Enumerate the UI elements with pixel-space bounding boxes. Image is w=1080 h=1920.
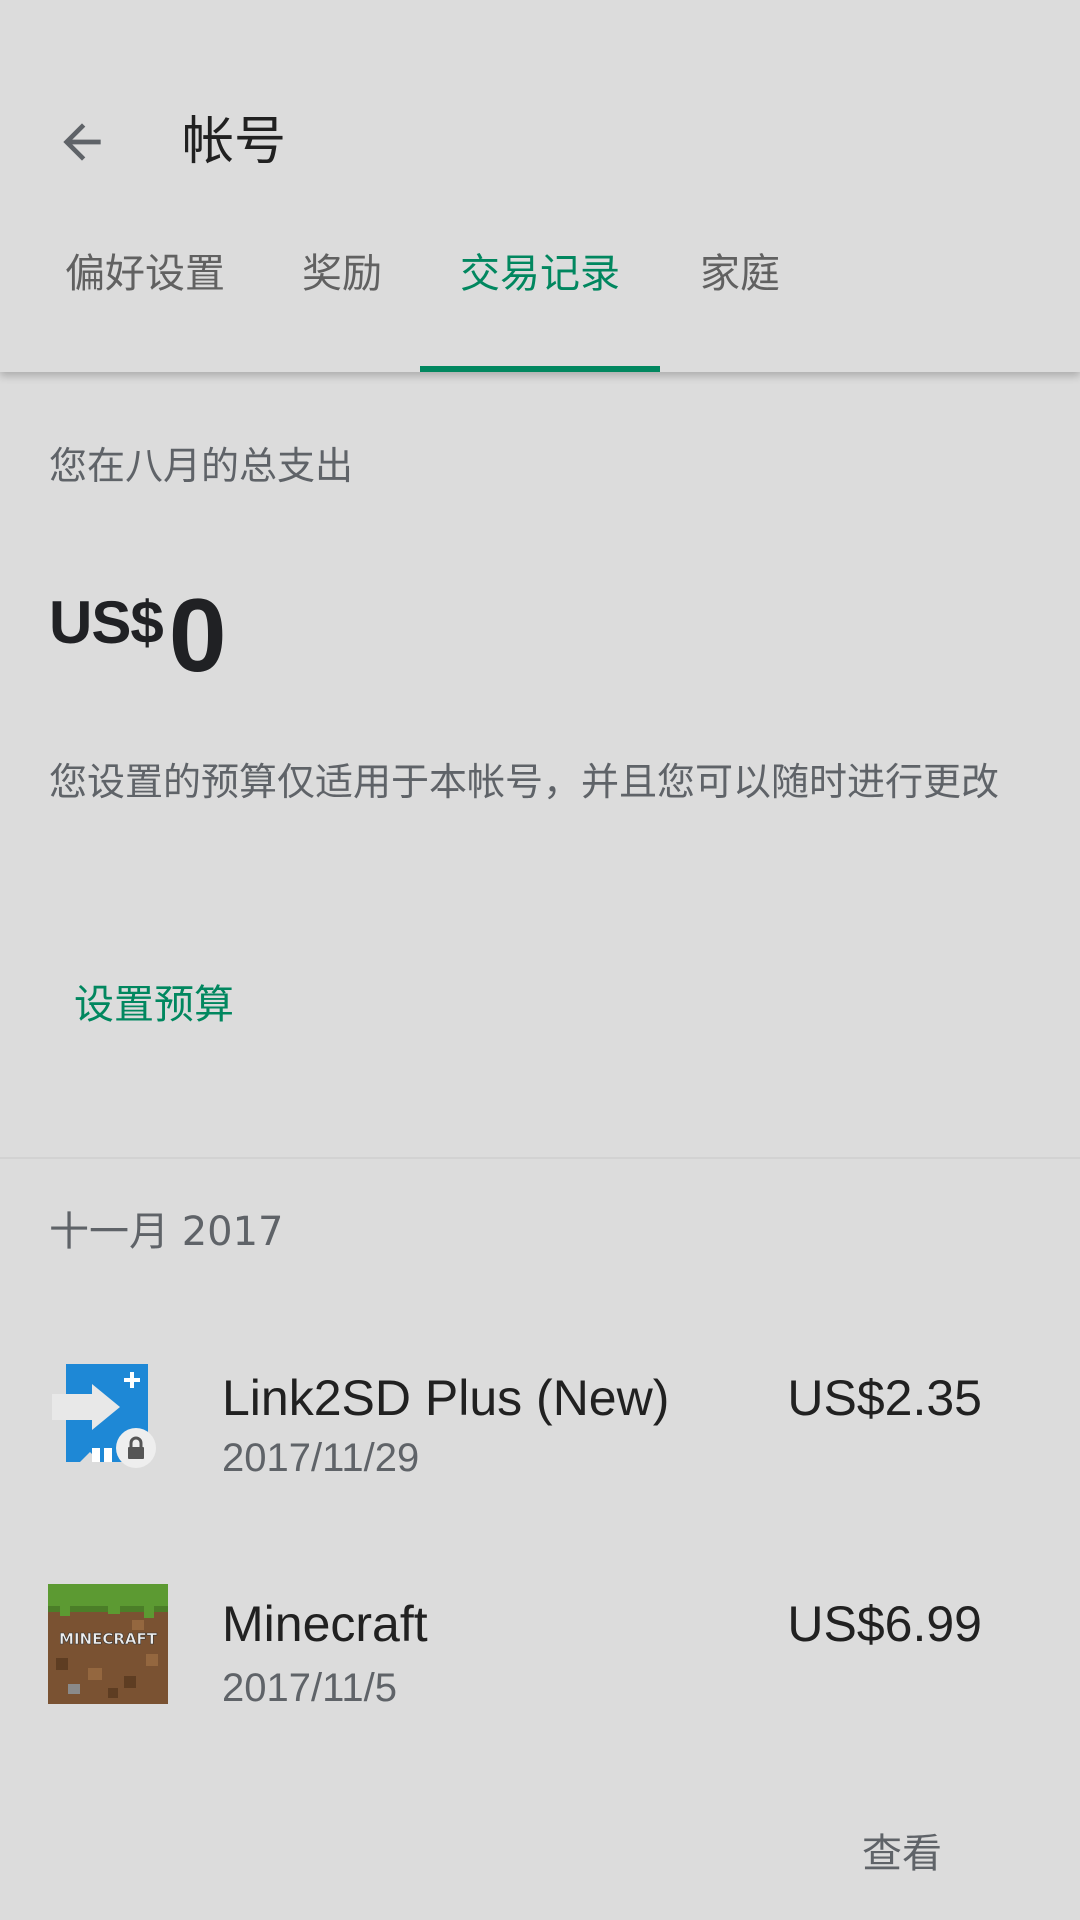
page-title: 帐号 <box>182 112 287 172</box>
account-screen: 帐号 偏好设置 奖励 交易记录 家庭 您在八月的总支出 US$ 0 您设置的预算… <box>0 0 1080 1920</box>
active-tab-indicator <box>420 366 660 372</box>
amount-value: 0 <box>168 578 227 694</box>
transaction-name: Minecraft <box>222 1596 428 1652</box>
transaction-price: US$2.35 <box>787 1370 982 1426</box>
transaction-name: Link2SD Plus (New) <box>222 1370 670 1426</box>
tab-rewards[interactable]: 奖励 <box>298 226 386 348</box>
view-all-button[interactable]: 查看 <box>838 1816 966 1892</box>
transaction-date: 2017/11/5 <box>222 1666 397 1710</box>
transaction-row[interactable]: Link2SD Plus (New) 2017/11/29 US$2.35 <box>0 1340 1080 1530</box>
tab-order-history[interactable]: 交易记录 <box>420 226 660 348</box>
transaction-date: 2017/11/29 <box>222 1436 420 1480</box>
set-budget-button[interactable]: 设置预算 <box>52 960 256 1050</box>
link2sd-app-icon <box>48 1358 168 1478</box>
monthly-spend-label: 您在八月的总支出 <box>49 444 354 488</box>
minecraft-logo-text: MINECRAFT <box>59 1630 158 1648</box>
back-button[interactable] <box>40 100 124 184</box>
arrow-back-icon <box>63 123 101 161</box>
currency-symbol: US$ <box>49 589 164 656</box>
transaction-row[interactable]: MINECRAFT Minecraft 2017/11/5 US$6.99 <box>0 1568 1080 1758</box>
transaction-price: US$6.99 <box>787 1596 982 1652</box>
section-divider <box>0 1157 1080 1159</box>
tab-preferences[interactable]: 偏好设置 <box>60 226 230 348</box>
minecraft-app-icon: MINECRAFT <box>48 1584 168 1704</box>
tab-bar: 偏好设置 奖励 交易记录 家庭 <box>0 250 1080 372</box>
total-spend-amount: US$ 0 <box>49 578 227 694</box>
month-header: 十一月 2017 <box>49 1209 284 1255</box>
budget-note: 您设置的预算仅适用于本帐号，并且您可以随时进行更改 <box>49 760 1000 804</box>
app-bar: 帐号 偏好设置 奖励 交易记录 家庭 <box>0 0 1080 372</box>
tab-family[interactable]: 家庭 <box>696 226 784 348</box>
